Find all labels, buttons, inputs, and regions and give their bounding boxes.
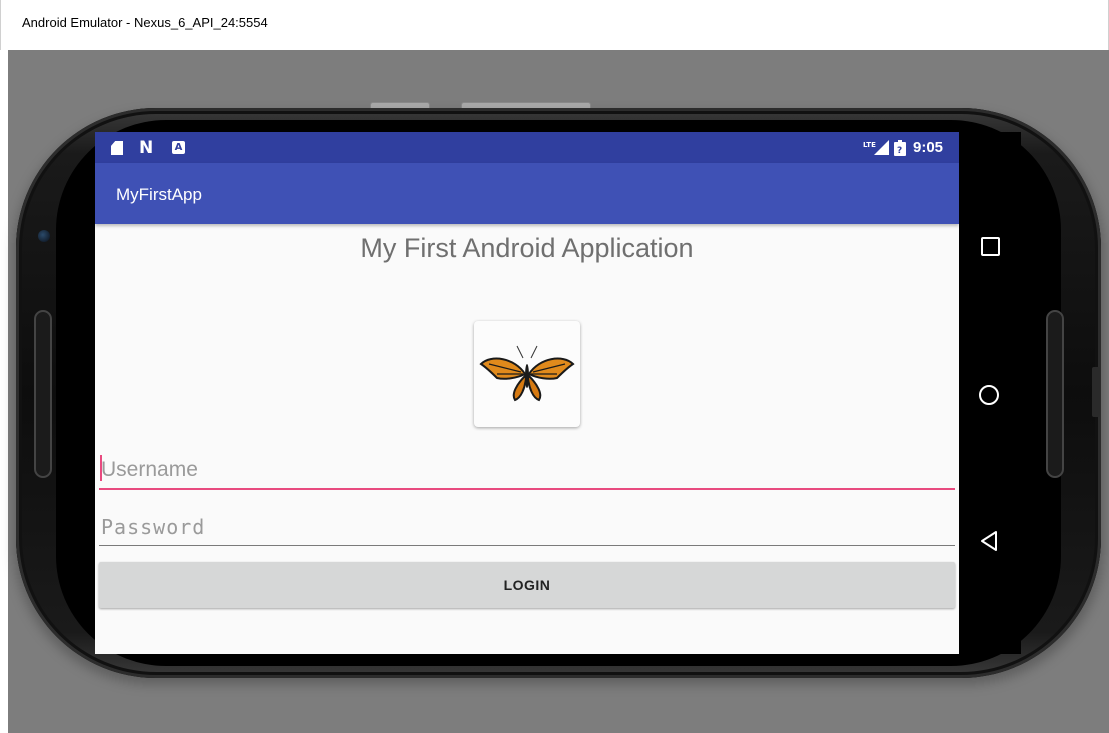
navigation-bar — [959, 132, 1021, 654]
username-field[interactable]: Username — [99, 452, 955, 490]
status-bar: N A LTE ? 9:05 — [95, 132, 959, 163]
heading-text: My First Android Application — [360, 233, 694, 263]
window-title-bar: Android Emulator - Nexus_6_API_24:5554 — [0, 0, 1109, 50]
svg-text:?: ? — [897, 146, 902, 156]
n-notification-icon: N — [139, 138, 154, 158]
back-triangle-icon[interactable] — [979, 530, 999, 552]
password-field[interactable]: Password — [99, 509, 955, 546]
battery-icon: ? — [894, 140, 906, 156]
login-button[interactable]: LOGIN — [99, 562, 955, 608]
front-camera-icon — [38, 230, 50, 242]
butterfly-icon — [479, 345, 575, 402]
sd-card-icon — [111, 141, 123, 155]
password-placeholder: Password — [101, 515, 206, 539]
side-button[interactable] — [1092, 367, 1100, 417]
app-bar: MyFirstApp — [95, 163, 959, 224]
right-speaker — [1046, 310, 1064, 478]
left-speaker — [34, 310, 52, 478]
lte-signal-icon: LTE — [863, 140, 889, 155]
username-placeholder: Username — [101, 458, 198, 481]
page-heading: My First Android Application — [95, 228, 959, 268]
window-title: Android Emulator - Nexus_6_API_24:5554 — [22, 15, 268, 30]
app-title: MyFirstApp — [116, 185, 202, 204]
image-button[interactable] — [474, 321, 580, 427]
a-notification-icon: A — [172, 141, 185, 154]
recents-square-icon[interactable] — [981, 237, 1000, 256]
home-circle-icon[interactable] — [979, 385, 999, 405]
device-screen[interactable]: N A LTE ? 9:05 MyFirstApp My First Andro… — [95, 132, 959, 654]
svg-text:LTE: LTE — [863, 141, 876, 149]
status-time: 9:05 — [913, 139, 944, 156]
